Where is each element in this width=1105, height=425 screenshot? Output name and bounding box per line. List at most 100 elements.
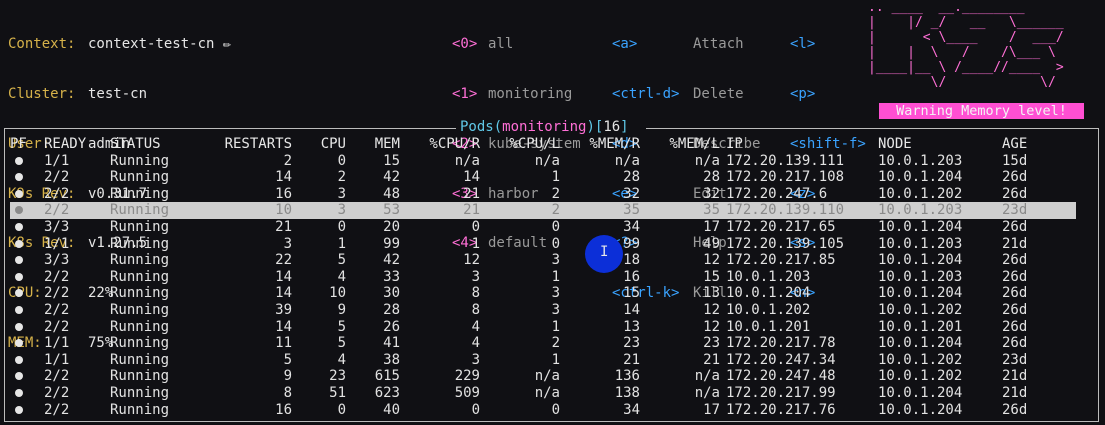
status-dot-icon [15,222,23,231]
table-cell: 3 [551,252,560,269]
table-cell: 2/2 [44,318,70,335]
col-cpu-l[interactable]: %CPU/L [480,136,560,153]
hotkey-delete[interactable]: <ctrl-d> Delete [612,86,760,103]
col-ready[interactable]: READY [44,136,110,153]
table-row[interactable]: 1/1 Running 11 5 41 4 2 23 23 172.20.217.78 10.0.1… [10,335,1076,352]
table-cell: 2/2 [44,301,70,318]
table-cell: 3 [551,285,560,302]
table-cell: Running [110,335,170,352]
col-mem[interactable]: MEM [346,136,400,153]
frame-top-left [4,128,456,129]
table-cell: 10 [329,285,346,302]
table-cell: 2/2 [44,268,70,285]
table-cell: 5 [337,252,346,269]
table-cell: 16 [275,401,292,418]
hotkey-attach[interactable]: <a> Attach [612,36,760,53]
table-cell: 172.20.217.85 [726,252,836,269]
table-cell: 5 [283,351,292,368]
table-cell: 23 [623,335,640,352]
table-cell: 10.0.1.203 [878,152,963,169]
table-cell: 14 [463,169,480,186]
memory-warning-banner: Warning Memory level! [879,103,1084,119]
col-pf[interactable]: PF [10,136,44,153]
table-cell: 4 [471,335,480,352]
table-cell: 10.0.1.202 [878,301,963,318]
table-cell: 0 [551,235,560,252]
col-age[interactable]: AGE [1002,136,1076,153]
table-cell: 9 [337,301,346,318]
pf-cell [10,153,44,170]
status-dot-icon [15,239,23,248]
table-cell: 172.20.217.65 [726,218,836,235]
table-cell: 3 [471,351,480,368]
pf-cell [10,402,44,419]
table-cell: 28 [623,169,640,186]
table-row[interactable]: 2/2 Running 9 23 615 229 n/a 136 n/a 172.20.247.4… [10,368,1076,385]
col-cpu[interactable]: CPU [292,136,346,153]
table-row[interactable]: 1/1 Running 2 0 15 n/a n/a n/a n/a 172.20.139.111… [10,153,1076,170]
table-cell: Running [110,401,170,418]
hotkey-item[interactable]: <l> [790,36,866,53]
table-row[interactable]: 3/3 Running 22 5 42 12 3 18 12 172.20.217.85 10.0.… [10,252,1076,269]
table-row[interactable]: 1/1 Running 5 4 38 3 1 21 21 172.20.247.34 10.0.1.… [10,352,1076,369]
table-cell: n/a [694,368,720,385]
table-cell: 10.0.1.203 [878,235,963,252]
table-cell: 23 [329,368,346,385]
table-cell: 13 [703,285,720,302]
table-cell: 2 [480,202,560,219]
table-row[interactable]: 2/2 Running 14 2 42 14 1 28 28 172.20.217.108 10.0… [10,169,1076,186]
table-row[interactable]: 2/2 Running 10 3 53 21 2 35 35 172.20.139.110 10.0… [10,202,1076,219]
col-ip[interactable]: IP [720,136,878,153]
status-dot-icon [15,173,23,182]
hotkey-item[interactable]: <p> [790,86,866,103]
table-cell: 10.0.1.204 [726,285,811,302]
table-cell: 12 [703,301,720,318]
table-cell: 623 [374,384,400,401]
table-cell: 26d [1002,218,1028,235]
col-node[interactable]: NODE [878,136,1002,153]
table-cell: 9 [283,368,292,385]
table-cell: 21 [400,202,480,219]
table-cell: Running [110,218,170,235]
table-cell: 17 [703,401,720,418]
table-cell: 172.20.217.78 [726,335,836,352]
table-cell: 0 [471,401,480,418]
table-cell: 15d [1002,152,1028,169]
table-cell: 39 [275,301,292,318]
info-context: Context: context-test-cn ✏ [8,36,232,53]
table-cell: 5 [337,335,346,352]
col-cpu-r[interactable]: %CPU/R [400,136,480,153]
table-cell: 23d [1002,351,1028,368]
table-cell: 34 [623,401,640,418]
table-row[interactable]: 2/2 Running 16 0 40 0 0 34 17 172.20.217.76 10.0.1… [10,402,1076,419]
table-cell: 40 [383,401,400,418]
col-restarts[interactable]: RESTARTS [204,136,292,153]
table-cell: 15 [623,285,640,302]
table-cell: Running [110,235,170,252]
table-cell: 35 [560,202,640,219]
table-row[interactable]: 2/2 Running 14 4 33 3 1 16 15 10.0.1.203 10.0.1.20… [10,269,1076,286]
pf-cell [10,169,44,186]
table-cell: 51 [329,384,346,401]
table-row[interactable]: 2/2 Running 39 9 28 8 3 14 12 10.0.1.202 10.0.1.20… [10,302,1076,319]
col-mem-r[interactable]: %MEM/R [560,136,640,153]
table-cell: 10 [204,202,292,219]
table-cell: 2/2 [44,368,70,385]
col-mem-l[interactable]: %MEM/L [640,136,720,153]
table-row[interactable]: 1/1 Running 3 1 99 1 0 99 49 172.20.139.105 10.0.1… [10,236,1076,253]
col-status[interactable]: STATUS [110,136,204,153]
table-cell: 2/2 [44,401,70,418]
table-row[interactable]: 2/2 Running 14 10 30 8 3 15 13 10.0.1.204 10.0.1.2… [10,285,1076,302]
namespace-item[interactable]: <0> all [452,36,581,53]
namespace-item[interactable]: <1> monitoring [452,86,581,103]
table-cell: 2 [551,185,560,202]
table-row[interactable]: 2/2 Running 16 3 48 21 2 32 32 172.20.247.6 10.0.1… [10,186,1076,203]
table-cell: 23d [1002,202,1076,219]
table-cell: Running [110,152,170,169]
table-cell: 21d [1002,368,1028,385]
table-cell: 14 [623,301,640,318]
table-row[interactable]: 2/2 Running 8 51 623 509 n/a 138 n/a 172.20.217.9… [10,385,1076,402]
table-row[interactable]: 3/3 Running 21 0 20 0 0 34 17 172.20.217.65 10.0.1… [10,219,1076,236]
table-row[interactable]: 2/2 Running 14 5 26 4 1 13 12 10.0.1.201 10.0.1.20… [10,319,1076,336]
table-cell: 26d [1002,285,1028,302]
